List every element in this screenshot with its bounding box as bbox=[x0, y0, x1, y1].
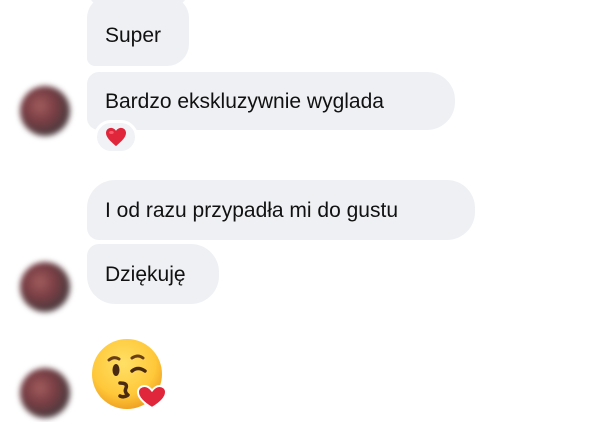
chat-thread: Super Bardzo ekskluzywnie wyglada I od r… bbox=[0, 0, 600, 422]
message-text: Bardzo ekskluzywnie wyglada bbox=[105, 89, 384, 113]
message-text: I od razu przypadła mi do gustu bbox=[105, 198, 398, 222]
message-bubble[interactable]: I od razu przypadła mi do gustu bbox=[87, 180, 475, 240]
avatar[interactable] bbox=[20, 86, 70, 136]
message-text: Dziękuję bbox=[105, 262, 186, 286]
message-bubble[interactable]: Super bbox=[87, 0, 189, 66]
message-text: Super bbox=[105, 23, 162, 47]
message-reaction[interactable] bbox=[94, 120, 138, 154]
avatar[interactable] bbox=[20, 368, 70, 418]
message-bubble[interactable]: Dziękuję bbox=[87, 244, 219, 304]
red-heart-icon bbox=[106, 127, 126, 147]
face-blowing-a-kiss-icon bbox=[92, 339, 168, 410]
message-emoji[interactable] bbox=[90, 336, 170, 412]
avatar[interactable] bbox=[20, 262, 70, 312]
message-bubble[interactable]: Bardzo ekskluzywnie wyglada bbox=[87, 72, 455, 130]
